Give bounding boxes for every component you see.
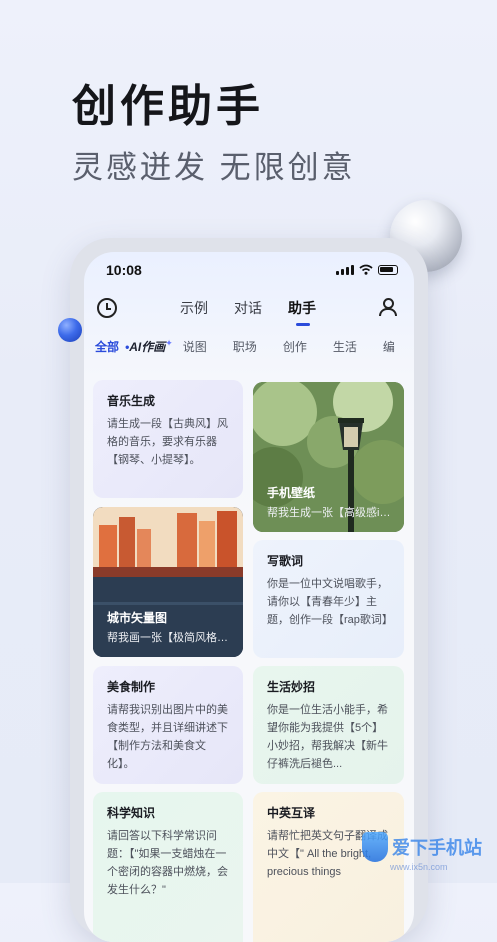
tab-examples[interactable]: 示例 bbox=[180, 298, 208, 318]
status-time: 10:08 bbox=[106, 262, 142, 278]
card-description: 请回答以下科学常识问题：【"如果一支蜡烛在一个密闭的容器中燃烧，会发生什么？" bbox=[107, 830, 228, 896]
card-title: 手机壁纸 bbox=[267, 486, 316, 500]
category-all[interactable]: 全部 bbox=[95, 338, 119, 355]
history-clock-icon[interactable] bbox=[97, 298, 117, 318]
sparkle-icon: ✦ bbox=[165, 338, 173, 348]
card-translate[interactable]: 中英互译 请帮忙把英文句子翻译成中文【" All the bright, pre… bbox=[253, 792, 404, 942]
card-title: 城市矢量图 bbox=[107, 611, 168, 625]
card-title: 生活妙招 bbox=[267, 680, 316, 694]
card-caption: 手机壁纸 帮我生成一张【高级感in... bbox=[267, 484, 394, 522]
card-city-vector[interactable]: 城市矢量图 帮我画一张【极简风格秋... bbox=[93, 507, 243, 657]
card-life-tips[interactable]: 生活妙招 你是一位生活小能手，希望你能为我提供【5个】小妙招，帮我解决【新牛仔裤… bbox=[253, 666, 404, 784]
watermark-text: 爱下手机站 bbox=[392, 838, 482, 858]
category-describe-image[interactable]: 说图 bbox=[183, 338, 207, 355]
card-title: 美食制作 bbox=[107, 680, 156, 694]
watermark-shield-icon bbox=[362, 832, 388, 862]
card-title: 中英互译 bbox=[267, 806, 316, 820]
card-title: 写歌词 bbox=[267, 554, 304, 568]
category-life[interactable]: 生活 bbox=[333, 338, 357, 355]
category-more[interactable]: 编 bbox=[383, 338, 395, 355]
status-bar: 10:08 bbox=[84, 252, 414, 288]
card-title: 科学知识 bbox=[107, 806, 156, 820]
card-food-making[interactable]: 美食制作 请帮我识别出图片中的美食类型，并且详细讲述下【制作方法和美食文化】。 bbox=[93, 666, 243, 784]
user-profile-icon[interactable] bbox=[378, 298, 397, 316]
hero-title: 创作助手 bbox=[72, 82, 264, 131]
top-nav: 示例 对话 助手 bbox=[84, 292, 414, 326]
category-creation[interactable]: 创作 bbox=[283, 338, 307, 355]
card-description: 你是一位中文说唱歌手，请你以【青春年少】主题，创作一段【rap歌词】 bbox=[267, 578, 393, 626]
card-description: 帮我生成一张【高级感in... bbox=[267, 507, 394, 519]
watermark-url: www.ix5n.com bbox=[390, 862, 448, 872]
card-title: 音乐生成 bbox=[107, 394, 156, 408]
hero-subtitle: 灵感迸发 无限创意 bbox=[72, 150, 356, 185]
card-description: 请帮我识别出图片中的美食类型，并且详细讲述下【制作方法和美食文化】。 bbox=[107, 704, 228, 770]
category-filter-bar: 全部 •AI作画✦ 说图 职场 创作 生活 编 bbox=[95, 338, 414, 355]
card-science-knowledge[interactable]: 科学知识 请回答以下科学常识问题：【"如果一支蜡烛在一个密闭的容器中燃烧，会发生… bbox=[93, 792, 243, 942]
card-description: 请生成一段【古典风】风格的音乐，要求有乐器【钢琴、小提琴】。 bbox=[107, 418, 228, 466]
category-ai-drawing[interactable]: •AI作画✦ bbox=[125, 338, 173, 355]
wifi-icon bbox=[359, 264, 373, 275]
category-workplace[interactable]: 职场 bbox=[233, 338, 257, 355]
card-write-lyrics[interactable]: 写歌词 你是一位中文说唱歌手，请你以【青春年少】主题，创作一段【rap歌词】 bbox=[253, 540, 404, 658]
tab-assistant[interactable]: 助手 bbox=[288, 298, 316, 326]
card-caption: 城市矢量图 帮我画一张【极简风格秋... bbox=[107, 609, 233, 647]
tab-chat[interactable]: 对话 bbox=[234, 298, 262, 318]
decorative-sphere-blue bbox=[58, 318, 82, 342]
status-icons bbox=[336, 264, 398, 275]
battery-icon bbox=[378, 265, 398, 275]
card-description: 你是一位生活小能手，希望你能为我提供【5个】小妙招，帮我解决【新牛仔裤洗后褪色.… bbox=[267, 704, 388, 770]
card-music-generation[interactable]: 音乐生成 请生成一段【古典风】风格的音乐，要求有乐器【钢琴、小提琴】。 bbox=[93, 380, 243, 498]
signal-icon bbox=[336, 265, 354, 275]
card-description: 帮我画一张【极简风格秋... bbox=[107, 632, 233, 644]
card-phone-wallpaper[interactable]: 手机壁纸 帮我生成一张【高级感in... bbox=[253, 382, 404, 532]
watermark: 爱下手机站 bbox=[362, 832, 482, 862]
